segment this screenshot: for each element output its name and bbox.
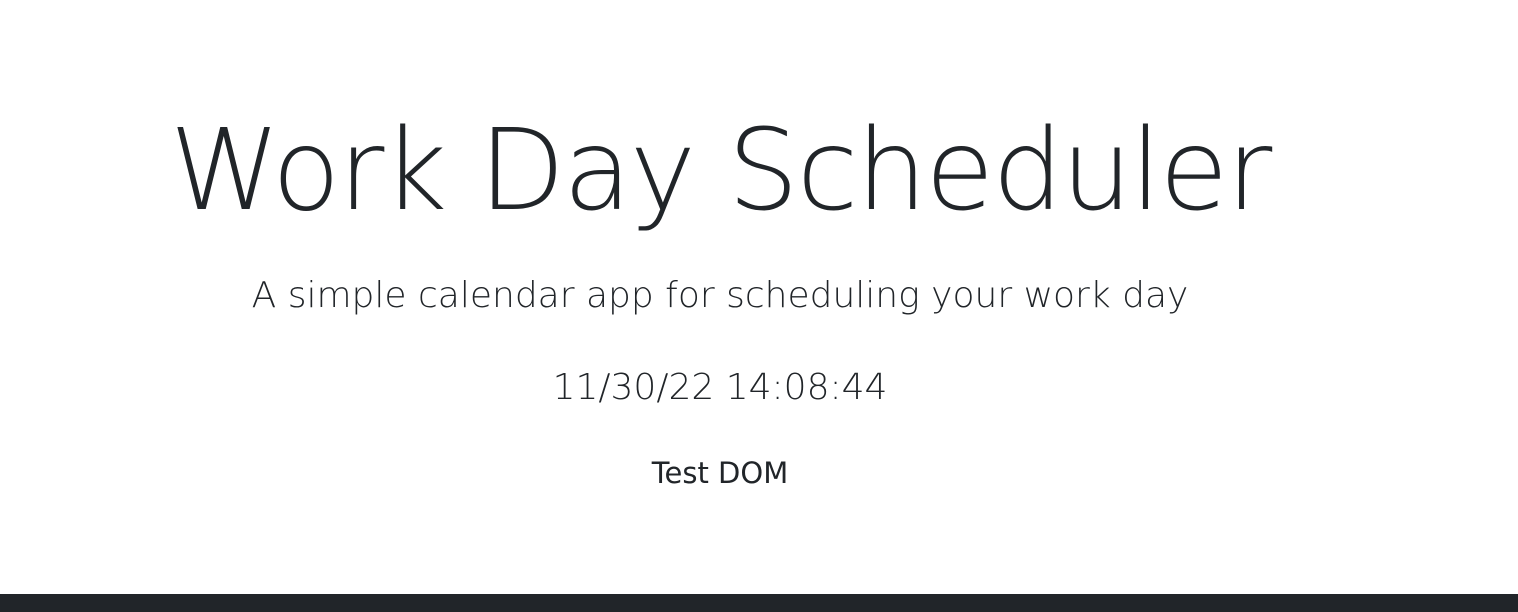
- page-title: Work Day Scheduler: [169, 106, 1273, 236]
- header-bottom-border: [0, 594, 1518, 612]
- page-subtitle: A simple calendar app for scheduling you…: [251, 275, 1189, 316]
- current-day-display: 11/30/22 14:08:44: [552, 367, 888, 408]
- jumbotron-header: Work Day Scheduler A simple calendar app…: [0, 0, 1440, 594]
- test-dom-text: Test DOM: [651, 456, 789, 490]
